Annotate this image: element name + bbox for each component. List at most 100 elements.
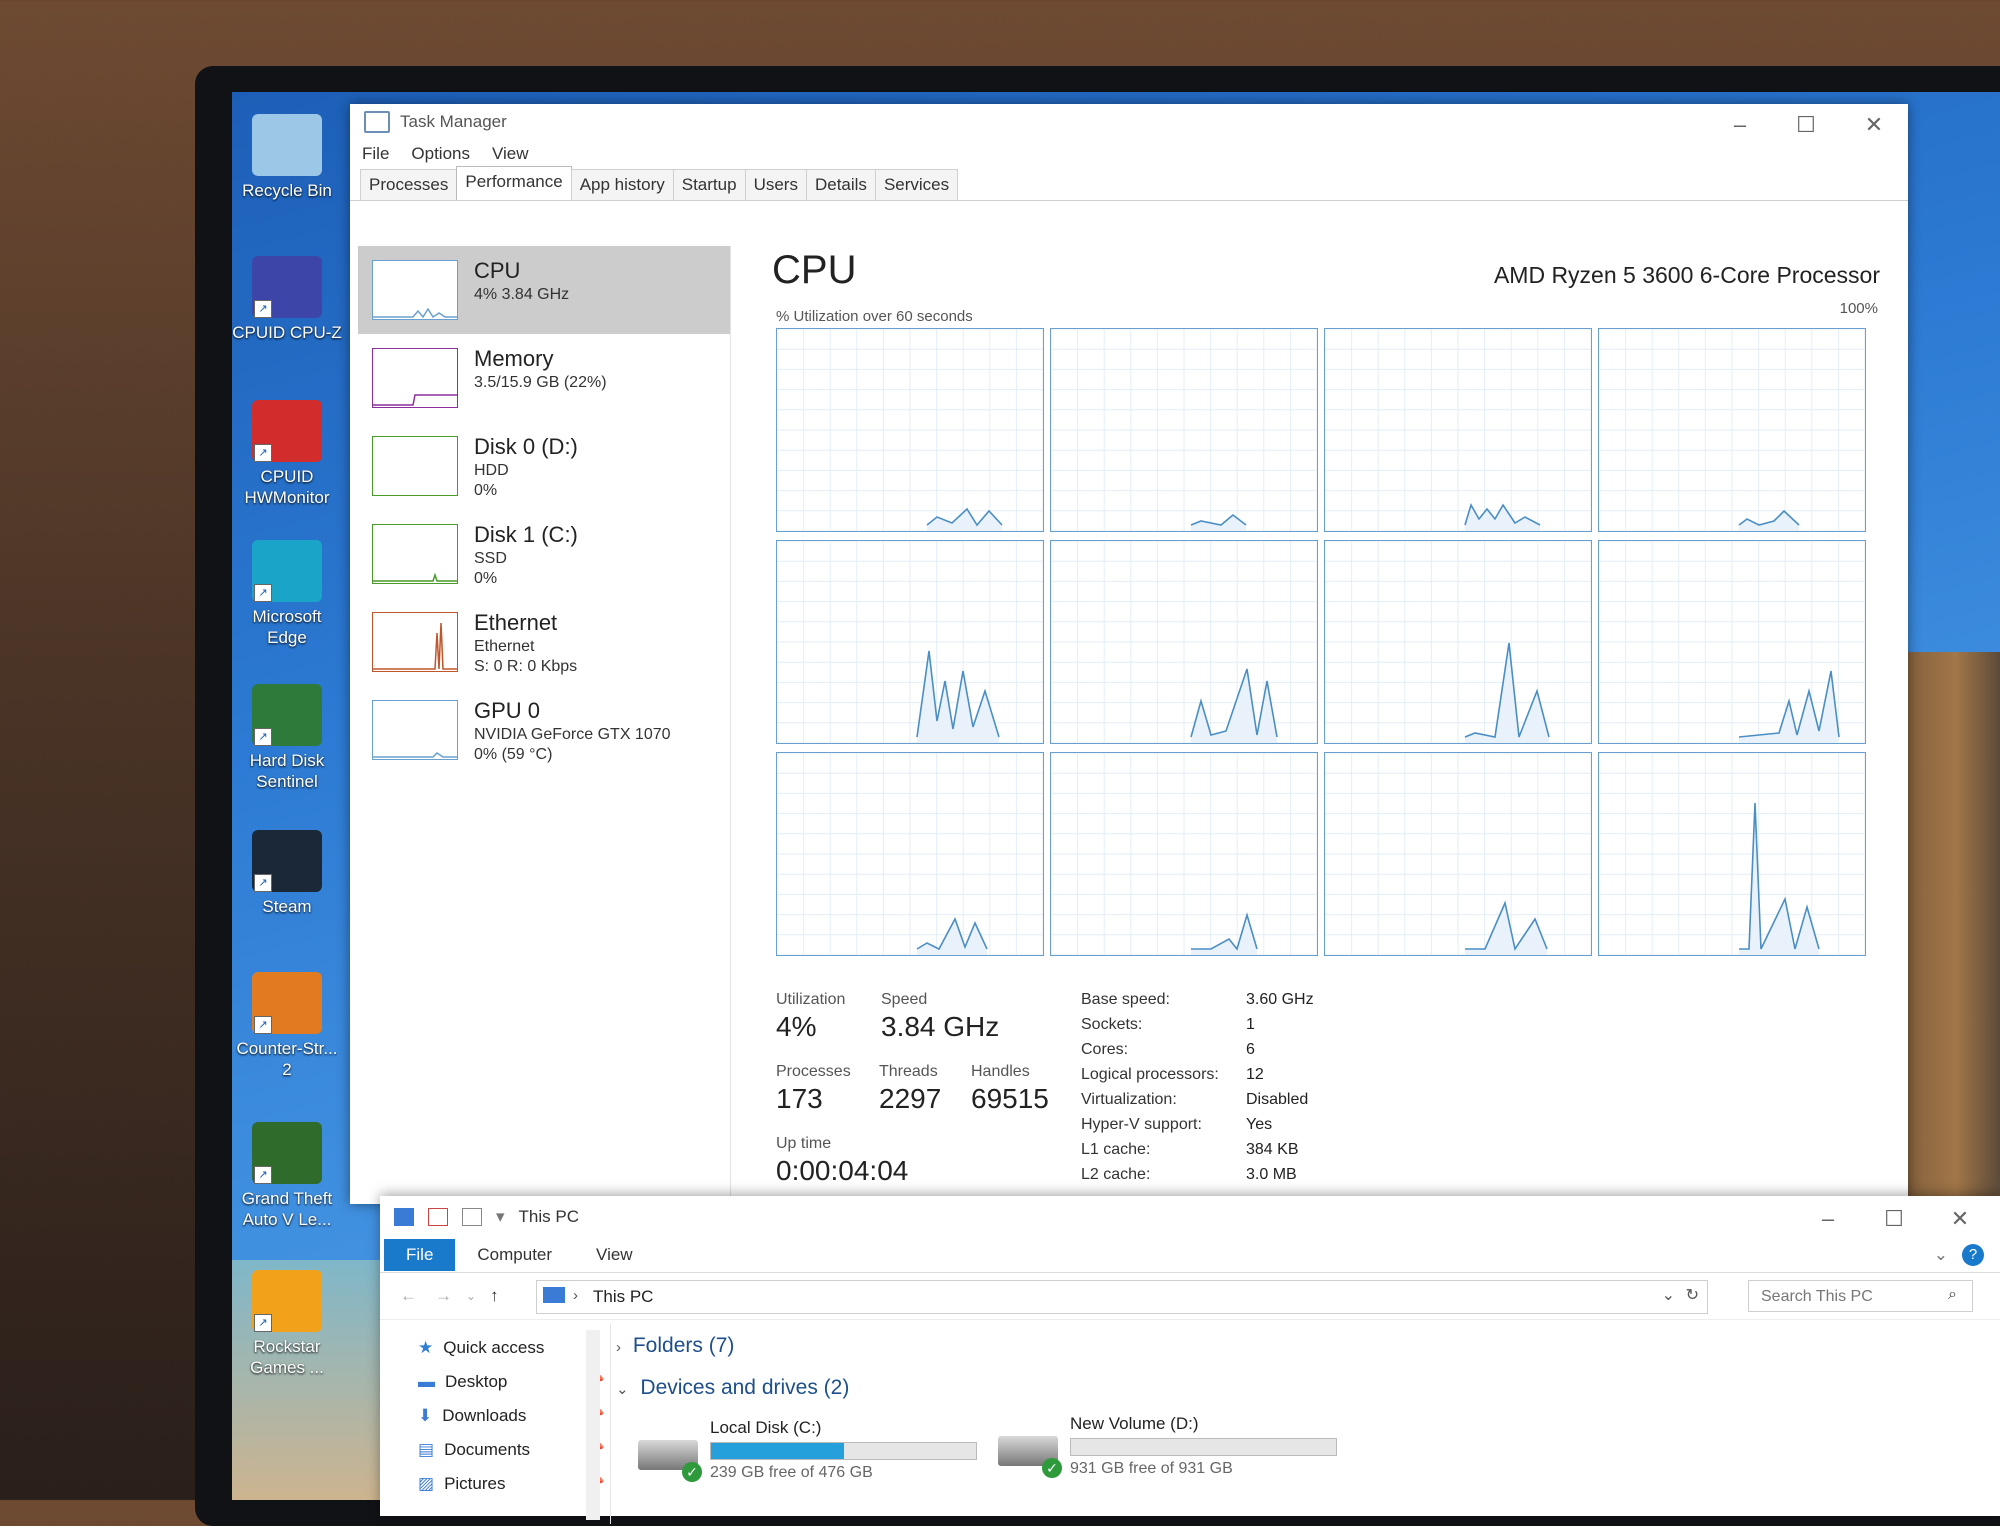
up-arrow-icon[interactable]: ↑ [490, 1286, 499, 1306]
maximize-button[interactable]: ☐ [1786, 112, 1826, 138]
search-icon: ⌕ [1948, 1286, 1957, 1303]
core-graph-6 [1324, 540, 1592, 744]
sidebar-item-name: GPU 0 [474, 698, 541, 723]
speed-label: Speed [881, 991, 928, 1008]
desktop-icon-gta-v[interactable]: ↗ Grand Theft Auto V Le... [232, 1122, 342, 1230]
tab-app-history[interactable]: App history [570, 169, 674, 200]
nav-item-quick-access[interactable]: ★ Quick access [418, 1338, 544, 1358]
tab-services[interactable]: Services [874, 169, 959, 200]
cpu-detail-value: 12 [1246, 1066, 1264, 1083]
star-icon: ★ [418, 1338, 434, 1357]
shortcut-arrow-icon: ↗ [254, 1166, 272, 1184]
desktop-icon-rockstar[interactable]: ↗ Rockstar Games ... [232, 1270, 342, 1378]
menu-file[interactable]: File [362, 144, 389, 164]
desktop-icon-hwmonitor[interactable]: ↗ CPUID HWMonitor [232, 400, 342, 508]
desktop-icon-hard-disk-sentinel[interactable]: ↗ Hard Disk Sentinel [232, 684, 342, 792]
nav-item-desktop[interactable]: ▬Desktop📌 [418, 1372, 604, 1392]
sidebar-item-detail: NVIDIA GeForce GTX 1070 [474, 726, 671, 743]
nav-item-downloads[interactable]: ⬇Downloads📌 [418, 1406, 604, 1426]
drive-d[interactable]: ✓ New Volume (D:) 931 GB free of 931 GB [992, 1414, 1342, 1484]
desktop-icon-cpuz[interactable]: ↗ CPUID CPU-Z [232, 256, 342, 343]
title-bar: Task Manager [350, 104, 1908, 140]
minimize-button[interactable]: – [1720, 112, 1760, 138]
address-dropdown-icon[interactable]: ⌄ [1662, 1285, 1675, 1305]
devices-section-header[interactable]: ⌄ Devices and drives (2) [616, 1376, 849, 1400]
back-arrow-icon[interactable]: ← [400, 1286, 417, 1306]
tab-processes[interactable]: Processes [360, 169, 458, 200]
desktop-icon-label: Recycle Bin [242, 181, 332, 200]
menu-view[interactable]: View [492, 144, 529, 164]
cpu-detail-key: Virtualization: [1081, 1091, 1177, 1108]
sidebar-item-ethernet[interactable]: Ethernet Ethernet S: 0 R: 0 Kbps [358, 598, 730, 686]
desktop-icon-steam[interactable]: ↗ Steam [232, 830, 342, 917]
drive-c[interactable]: ✓ Local Disk (C:) 239 GB free of 476 GB [632, 1418, 982, 1488]
cpu-stats: Utilization 4% Speed 3.84 GHz Processes … [776, 991, 1876, 1201]
computer-icon [543, 1287, 565, 1303]
close-button[interactable]: ✕ [1854, 112, 1894, 138]
tab-performance[interactable]: Performance [456, 166, 572, 200]
cpu-detail-value: Disabled [1246, 1091, 1309, 1108]
drive-usage-bar [710, 1442, 977, 1460]
tab-startup[interactable]: Startup [672, 169, 746, 200]
sidebar-item-disk-0-d[interactable]: Disk 0 (D:) HDD 0% [358, 422, 730, 510]
explorer-maximize-button[interactable]: ☐ [1874, 1206, 1914, 1232]
cpu-detail-key: L1 cache: [1081, 1141, 1151, 1158]
core-graph-2 [1324, 328, 1592, 532]
properties-icon[interactable] [428, 1208, 448, 1226]
core-graph-11 [1598, 752, 1866, 956]
explorer-title: This PC [518, 1207, 580, 1226]
devices-section-label: Devices and drives (2) [640, 1376, 850, 1399]
steam-icon: ↗ [252, 830, 322, 892]
new-folder-icon[interactable] [462, 1208, 482, 1226]
desktop-icon-edge[interactable]: ↗ Microsoft Edge [232, 540, 342, 648]
shortcut-arrow-icon: ↗ [254, 728, 272, 746]
help-icon[interactable]: ? [1962, 1244, 1984, 1266]
tab-details[interactable]: Details [805, 169, 876, 200]
utilization-area [1739, 511, 1799, 531]
explorer-minimize-button[interactable]: – [1808, 1206, 1848, 1232]
cpu-detail-value: 384 KB [1246, 1141, 1299, 1158]
nav-item-pictures[interactable]: ▨Pictures📌 [418, 1474, 604, 1494]
folders-section-header[interactable]: › Folders (7) [616, 1334, 734, 1358]
sparkline [373, 307, 457, 319]
refresh-icon[interactable]: ↻ [1686, 1285, 1699, 1305]
sidebar-item-cpu[interactable]: CPU 4% 3.84 GHz [358, 246, 730, 334]
address-bar[interactable]: › This PC ⌄ ↻ [536, 1280, 1708, 1314]
core-graph-3 [1598, 328, 1866, 532]
cpu-detail-key: Base speed: [1081, 991, 1170, 1008]
tab-users[interactable]: Users [744, 169, 807, 200]
expand-ribbon-icon[interactable]: ⌄ [1934, 1245, 1948, 1265]
drive-usage-bar [1070, 1438, 1337, 1456]
explorer-close-button[interactable]: ✕ [1940, 1206, 1980, 1232]
utilization-value: 4% [776, 1011, 817, 1042]
desktop-icon-counter-strike[interactable]: ↗ Counter-Str... 2 [232, 972, 342, 1080]
recent-locations-icon[interactable]: ⌄ [466, 1289, 476, 1303]
shortcut-arrow-icon: ↗ [254, 300, 272, 318]
desktop-icon-label: Steam [262, 897, 312, 916]
sidebar-thumbnail-graph [372, 260, 458, 320]
customize-toolbar-icon[interactable]: ▾ [496, 1207, 505, 1227]
sidebar-item-detail: SSD [474, 550, 507, 567]
ribbon-file[interactable]: File [384, 1239, 456, 1271]
core-graph-10 [1324, 752, 1592, 956]
collapse-chevron-icon: › [616, 1339, 621, 1356]
ribbon-view[interactable]: View [574, 1239, 655, 1271]
nav-scrollbar[interactable] [586, 1330, 600, 1520]
cpu-detail-key: Logical processors: [1081, 1066, 1219, 1083]
cpu-heading: CPU [772, 248, 857, 292]
edge-icon: ↗ [252, 540, 322, 602]
desktop-icon-recycle-bin[interactable]: Recycle Bin [232, 114, 342, 201]
forward-arrow-icon[interactable]: → [435, 1286, 452, 1306]
cpu-detail-key: Hyper-V support: [1081, 1116, 1202, 1133]
nav-item-documents[interactable]: ▤Documents📌 [418, 1440, 604, 1460]
sidebar-item-detail: 4% 3.84 GHz [474, 286, 570, 303]
file-explorer-window: ▾ This PC – ☐ ✕ File Computer View ⌄ ? ←… [380, 1196, 2000, 1524]
sidebar-item-gpu-0[interactable]: GPU 0 NVIDIA GeForce GTX 1070 0% (59 °C) [358, 686, 730, 774]
sidebar-item-name: Disk 0 (D:) [474, 434, 578, 459]
search-input[interactable]: Search This PC [1748, 1280, 1973, 1312]
menu-options[interactable]: Options [411, 144, 470, 164]
ribbon-computer[interactable]: Computer [455, 1239, 574, 1271]
sidebar-item-memory[interactable]: Memory 3.5/15.9 GB (22%) [358, 334, 730, 422]
core-graph-7 [1598, 540, 1866, 744]
sidebar-item-disk-1-c[interactable]: Disk 1 (C:) SSD 0% [358, 510, 730, 598]
